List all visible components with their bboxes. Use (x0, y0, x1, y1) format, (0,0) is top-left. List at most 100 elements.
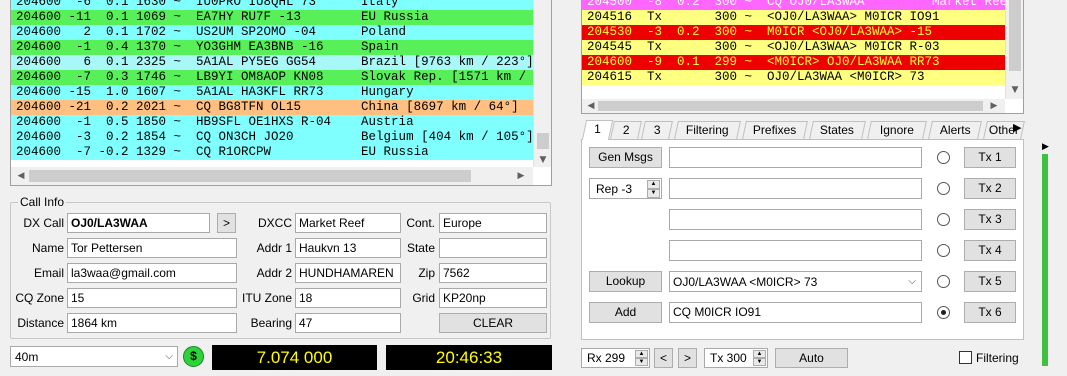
tab-prefixes-label: Prefixes (753, 123, 797, 137)
tx2-message-field[interactable] (669, 178, 922, 199)
band-activity-row[interactable]: 204600 6 0.1 2325 ~ 5A1AL PY5EG GG54 Bra… (11, 55, 533, 70)
clear-button[interactable]: CLEAR (439, 313, 547, 333)
band-activity-hscroll-thumb[interactable] (29, 170, 471, 182)
band-select[interactable]: 40m ⌵ (10, 346, 178, 367)
tx3-message-field[interactable] (669, 209, 922, 230)
tx1-button[interactable]: Tx 1 (964, 147, 1016, 168)
dx-call-arrow-button[interactable]: > (217, 213, 236, 233)
tx4-radio[interactable] (937, 244, 950, 257)
rx-frequency-row[interactable]: 204615 Tx 300 ~ OJ0/LA3WAA <M0ICR> 73 (582, 70, 1005, 85)
name-label: Name (31, 241, 64, 255)
tx6-message-field[interactable]: CQ M0ICR IO91 (669, 302, 922, 323)
rx-right-button[interactable]: > (678, 348, 697, 368)
rx-frequency-panel[interactable]: 204500 -8 0.2 300 ~ CQ OJ0/LA3WAA Market… (581, 0, 1024, 114)
tx-spinbox[interactable]: Tx 300 ▲ ▼ (704, 348, 768, 368)
tx1-message-field[interactable] (669, 147, 922, 168)
tx5-button[interactable]: Tx 5 (964, 271, 1016, 292)
cont-field[interactable]: Europe (439, 213, 547, 233)
tab-states[interactable]: States (809, 121, 866, 139)
dollar-status-icon[interactable]: $ (183, 346, 204, 367)
spin-up-icon[interactable]: ▲ (647, 180, 660, 189)
spin-up-icon[interactable]: ▲ (753, 350, 766, 358)
band-activity-row[interactable]: 204600 -3 0.2 1854 ~ CQ ON3CH JO20 Belgi… (11, 130, 533, 145)
scroll-left-icon[interactable]: ◀ (13, 171, 29, 181)
tx1-radio[interactable] (937, 151, 950, 164)
band-activity-vscroll-thumb[interactable] (537, 133, 549, 149)
band-activity-row[interactable]: 204600 -21 0.2 2021 ~ CQ BG8TFN OL15 Chi… (11, 100, 533, 115)
rx-frequency-row[interactable]: 204500 -8 0.2 300 ~ CQ OJ0/LA3WAA Market… (582, 0, 1005, 10)
band-activity-row[interactable]: 204600 -15 1.0 1607 ~ 5A1AL HA3KFL RR73 … (11, 85, 533, 100)
name-field[interactable]: Tor Pettersen (67, 238, 237, 258)
rx-frequency-vscroll[interactable]: ▼ (1005, 0, 1023, 99)
distance-field[interactable]: 1864 km (67, 313, 237, 333)
band-activity-row[interactable]: 204600 2 0.1 1702 ~ US2UM SP2OMO -04 Pol… (11, 25, 533, 40)
dx-call-field[interactable]: OJ0/LA3WAA (67, 213, 210, 233)
rx-frequency-row[interactable]: 204516 Tx 300 ~ <OJ0/LA3WAA> M0ICR IO91 (582, 10, 1005, 25)
itu-zone-field[interactable]: 18 (295, 288, 401, 308)
addr1-field[interactable]: Haukvn 13 (295, 238, 401, 258)
tx5-message-combo[interactable]: OJ0/LA3WAA <M0ICR> 73 ⌵ (669, 271, 922, 292)
band-activity-hscroll[interactable]: ◀ ▶ (11, 167, 533, 185)
spin-down-icon[interactable]: ▼ (647, 189, 660, 198)
bearing-field[interactable]: 47 (295, 313, 401, 333)
tx2-radio[interactable] (937, 182, 950, 195)
email-field[interactable]: la3waa@gmail.com (67, 263, 237, 283)
tx3-radio[interactable] (937, 213, 950, 226)
tx2-button[interactable]: Tx 2 (964, 178, 1016, 199)
tab-filtering[interactable]: Filtering (674, 121, 741, 139)
scroll-right-icon[interactable]: ▶ (513, 171, 529, 181)
addr2-label: Addr 2 (256, 266, 292, 280)
tab-scroll-arrow-icon[interactable]: ▶ (1013, 121, 1021, 134)
gen-msgs-button[interactable]: Gen Msgs (589, 147, 662, 168)
tx5-radio[interactable] (937, 275, 950, 288)
tx6-radio[interactable] (937, 306, 950, 319)
rx-spinbox[interactable]: Rx 299 ▲ ▼ (581, 348, 650, 368)
scroll-down-icon[interactable]: ▼ (535, 155, 551, 165)
band-activity-row[interactable]: 204600 -11 0.1 1069 ~ EA7HY RU7F -13 EU … (11, 10, 533, 25)
spin-up-icon[interactable]: ▲ (635, 350, 648, 358)
state-field[interactable] (439, 238, 547, 258)
scroll-down-icon[interactable]: ▼ (1007, 85, 1023, 95)
addr2-field[interactable]: HUNDHAMAREN (295, 263, 401, 283)
band-activity-row[interactable]: 204600 -1 0.5 1850 ~ HB9SFL OE1HXS R-04 … (11, 115, 533, 130)
filtering-checkbox[interactable] (959, 351, 972, 364)
rx-frequency-hscroll[interactable]: ◀ ▶ (582, 99, 1005, 113)
rx-frequency-row[interactable]: 204530 -3 0.2 300 ~ M0ICR <OJ0/LA3WAA> -… (582, 25, 1005, 40)
band-activity-row[interactable]: 204600 -7 -0.2 1329 ~ CQ R1ORCPW EU Russ… (11, 145, 533, 160)
band-activity-row[interactable]: 204600 -7 0.3 1746 ~ LB9YI OM8AOP KN08 S… (11, 70, 533, 85)
spin-down-icon[interactable]: ▼ (635, 358, 648, 366)
band-activity-row[interactable]: 204600 -6 0.1 1630 ~ IU0PRO IU8QHL 73 It… (11, 0, 533, 10)
rx-frequency-row[interactable]: 204545 Tx 300 ~ <OJ0/LA3WAA> M0ICR R-03 (582, 40, 1005, 55)
add-button[interactable]: Add (589, 302, 662, 323)
band-activity-vscroll[interactable]: ▼ (533, 0, 551, 167)
tab-ignore[interactable]: Ignore (867, 121, 927, 139)
tx4-message-field[interactable] (669, 240, 922, 261)
scroll-right-icon[interactable]: ▶ (986, 101, 1002, 111)
spin-down-icon[interactable]: ▼ (753, 358, 766, 366)
band-activity-row[interactable]: 204600 -1 0.4 1370 ~ YO3GHM EA3BNB -16 S… (11, 40, 533, 55)
scroll-left-icon[interactable]: ◀ (583, 101, 599, 111)
grid-field[interactable]: KP20np (439, 288, 547, 308)
lookup-button[interactable]: Lookup (589, 271, 662, 292)
tab-2[interactable]: 2 (610, 121, 642, 139)
tab-prefixes[interactable]: Prefixes (742, 121, 808, 139)
tx6-button[interactable]: Tx 6 (964, 302, 1016, 323)
rx-frequency-row[interactable]: 204600 -9 0.1 299 ~ <M0ICR> OJ0/LA3WAA R… (582, 55, 1005, 70)
auto-button[interactable]: Auto (775, 348, 848, 368)
zip-field[interactable]: 7562 (439, 263, 547, 283)
tab-1[interactable]: 1 (581, 120, 614, 140)
tx4-button[interactable]: Tx 4 (964, 240, 1016, 261)
band-activity-panel[interactable]: 204600 -6 0.1 1630 ~ IU0PRO IU8QHL 73 It… (10, 0, 552, 186)
tab-alerts[interactable]: Alerts (928, 121, 982, 139)
band-select-value: 40m (15, 350, 39, 364)
cq-zone-field[interactable]: 15 (67, 288, 237, 308)
rx-left-button[interactable]: < (654, 348, 673, 368)
tab-3[interactable]: 3 (641, 121, 673, 139)
rx-frequency-vscroll-thumb[interactable] (1009, 0, 1021, 71)
rx-frequency-hscroll-thumb[interactable] (598, 101, 983, 111)
dxcc-field[interactable]: Market Reef (295, 213, 401, 233)
tx3-button[interactable]: Tx 3 (964, 209, 1016, 230)
report-spinbox[interactable]: Rep -3 ▲ ▼ (589, 178, 662, 199)
distance-label: Distance (17, 316, 64, 330)
chevron-down-icon: ⌵ (165, 351, 173, 362)
